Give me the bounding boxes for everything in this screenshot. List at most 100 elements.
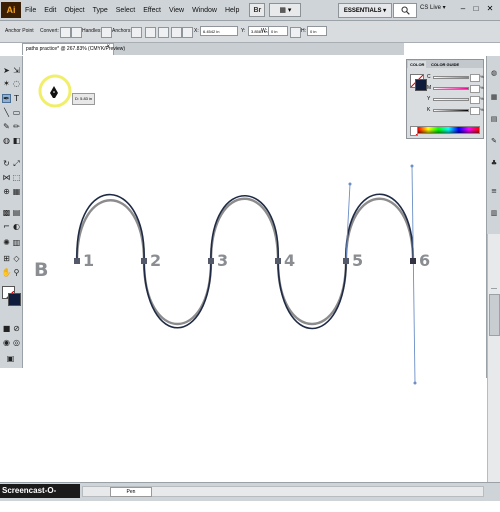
search-icon[interactable] [393, 3, 417, 18]
menu-view[interactable]: View [165, 7, 188, 14]
w-field[interactable]: 0 in [268, 26, 288, 36]
convert-label: Convert: [40, 28, 59, 34]
direct-selection-tool-icon[interactable]: ⇲ [12, 66, 21, 75]
workspace-switcher[interactable]: ESSENTIALS ▾ [338, 3, 392, 18]
brushes-icon[interactable]: ✎ [489, 136, 499, 146]
constrain-link-icon[interactable] [290, 27, 301, 38]
fill-stroke-swatches[interactable] [2, 286, 21, 308]
convert-corner-button[interactable] [60, 27, 71, 38]
minimize-button[interactable]: – [458, 3, 468, 14]
color-panel-icon[interactable]: ◍ [489, 68, 499, 78]
close-tab-icon[interactable]: × [106, 44, 110, 50]
w-label: W: [261, 28, 268, 34]
screen-mode-icon[interactable]: ▣ [6, 354, 15, 363]
menu-select[interactable]: Select [112, 7, 139, 14]
eyedropper-tool-icon[interactable]: ⌐ [2, 222, 11, 231]
convert-smooth-button[interactable] [71, 27, 82, 38]
anchor-point-3[interactable] [208, 258, 214, 264]
lasso-tool-icon[interactable]: ◌ [12, 79, 21, 88]
shape-builder-tool-icon[interactable]: ⊕ [2, 187, 11, 196]
type-tool-icon[interactable]: T [12, 94, 21, 103]
scroll-grip [491, 288, 497, 289]
rotate-tool-icon[interactable]: ↻ [2, 159, 11, 168]
bridge-button[interactable]: Br [249, 3, 266, 17]
arrange-documents-button[interactable]: ▦ ▾ [269, 3, 302, 17]
color-mode-icon[interactable]: ■ [2, 324, 11, 333]
line-tool-icon[interactable]: ╲ [2, 108, 11, 117]
zoom-tool-icon[interactable]: ⚲ [12, 268, 21, 277]
artboard-tool-icon[interactable]: ⊞ [2, 254, 11, 263]
swatches-icon[interactable]: ▤ [489, 114, 499, 124]
anchor-point-6[interactable] [410, 258, 416, 264]
current-tool-status[interactable]: Pen [110, 487, 152, 497]
scale-tool-icon[interactable]: ⤢ [12, 159, 21, 168]
menu-object[interactable]: Object [60, 7, 88, 14]
x-field[interactable]: 6.4542 in [200, 26, 238, 36]
cs-live-menu[interactable]: CS Live ▾ [420, 4, 446, 11]
slice-tool-icon[interactable]: ◇ [12, 254, 21, 263]
anchor-point-1[interactable] [74, 258, 80, 264]
connect-anchors-button[interactable] [145, 27, 156, 38]
anchor-point-2[interactable] [141, 258, 147, 264]
color-guide-icon[interactable]: ▦ [489, 92, 499, 102]
menu-help[interactable]: Help [221, 7, 243, 14]
pencil-tool-icon[interactable]: ✏ [12, 122, 21, 131]
eraser-tool-icon[interactable]: ◧ [12, 136, 21, 145]
rectangle-tool-icon[interactable]: ▭ [12, 108, 21, 117]
close-window-button[interactable]: ✕ [485, 3, 495, 14]
pen-tool-icon[interactable]: ✒ [2, 94, 11, 103]
menu-effect[interactable]: Effect [139, 7, 165, 14]
gradient-tool-icon[interactable]: ▤ [12, 208, 21, 217]
paintbrush-tool-icon[interactable]: ✎ [2, 122, 11, 131]
draw-normal-icon[interactable]: ◉ [2, 338, 11, 347]
maximize-button[interactable]: □ [471, 3, 481, 14]
menu-window[interactable]: Window [188, 7, 221, 14]
document-tab-title: paths practice* @ 267.83% (CMYK/Preview) [26, 46, 126, 52]
blob-brush-tool-icon[interactable]: ◍ [2, 136, 11, 145]
vertical-scroll-thumb[interactable] [489, 294, 500, 336]
gradient-panel-icon[interactable]: ▥ [489, 208, 499, 218]
column-graph-tool-icon[interactable]: ▥ [12, 238, 21, 247]
x-label: X: [194, 28, 199, 34]
none-mode-icon[interactable]: ⊘ [12, 324, 21, 333]
anchor-label-6: 6 [419, 251, 431, 270]
symbols-icon[interactable]: ♣ [489, 158, 499, 168]
direction-handle-6-bottom[interactable] [413, 381, 417, 385]
vertical-scrollbar[interactable] [487, 234, 500, 482]
remove-anchor-button[interactable] [131, 27, 142, 38]
mesh-tool-icon[interactable]: ▩ [2, 208, 11, 217]
direction-handle-6-top[interactable] [410, 164, 414, 168]
measure-tooltip: D: 5.83 in [72, 93, 96, 105]
hand-tool-icon[interactable]: ✋ [2, 268, 12, 277]
recorder-watermark: Screencast-O-Matic.com [0, 484, 80, 509]
symbol-sprayer-tool-icon[interactable]: ✺ [2, 238, 11, 247]
anchor-point-4[interactable] [275, 258, 281, 264]
align-button[interactable] [182, 27, 193, 38]
width-tool-icon[interactable]: ⋈ [2, 173, 11, 182]
menu-file[interactable]: File [21, 7, 40, 14]
template-letter: B [34, 259, 49, 281]
anchor-label-4: 4 [284, 251, 296, 270]
h-field[interactable]: 0 in [307, 26, 327, 36]
document-tab[interactable]: paths practice* @ 267.83% (CMYK/Preview)… [22, 43, 125, 55]
draw-behind-icon[interactable]: ◎ [12, 338, 21, 347]
perspective-grid-tool-icon[interactable]: ▦ [12, 187, 21, 196]
menu-edit[interactable]: Edit [40, 7, 60, 14]
cut-path-button[interactable] [158, 27, 169, 38]
direction-handle-5[interactable] [348, 182, 352, 186]
menu-type[interactable]: Type [89, 7, 112, 14]
control-bar: Anchor Point Convert: Handles: Anchors: … [0, 21, 500, 43]
stroke-panel-icon[interactable]: ≡ [489, 186, 499, 196]
blend-tool-icon[interactable]: ◐ [12, 222, 21, 231]
h-label: H: [301, 28, 306, 34]
stroke-swatch[interactable] [8, 293, 21, 306]
magic-wand-tool-icon[interactable]: ✶ [2, 79, 11, 88]
y-label: Y: [241, 28, 246, 34]
show-handles-button[interactable] [101, 27, 112, 38]
direction-line-5 [345, 183, 351, 262]
selection-tool-icon[interactable]: ➤ [2, 66, 11, 75]
free-transform-tool-icon[interactable]: ⬚ [12, 173, 21, 182]
pen-cursor-icon [50, 86, 58, 98]
anchor-point-5[interactable] [343, 258, 349, 264]
isolate-button[interactable] [171, 27, 182, 38]
